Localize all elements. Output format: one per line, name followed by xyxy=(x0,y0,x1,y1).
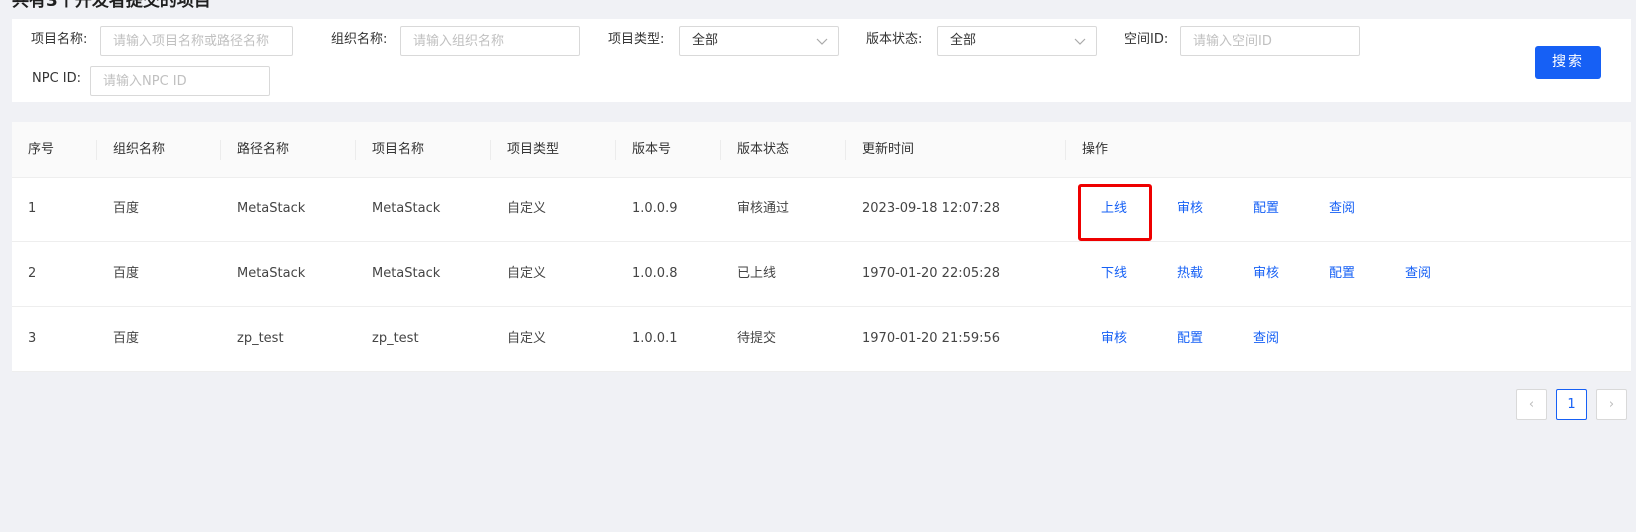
cell-version: 1.0.0.1 xyxy=(632,331,678,346)
chevron-down-icon xyxy=(1074,38,1086,45)
header-divider xyxy=(220,140,221,160)
filter-panel: 项目名称: 组织名称: 项目类型: 全部 版本状态: 全部 空间ID: NPC … xyxy=(12,19,1631,102)
cell-type: 自定义 xyxy=(507,266,547,281)
project-name-label: 项目名称: xyxy=(31,32,88,47)
project-type-label: 项目类型: xyxy=(608,32,665,47)
cell-type: 自定义 xyxy=(507,331,547,346)
cell-name: MetaStack xyxy=(372,266,441,281)
header-version: 版本号 xyxy=(632,142,672,157)
config-link[interactable]: 配置 xyxy=(1177,307,1203,371)
review-link[interactable]: 审核 xyxy=(1177,177,1203,241)
config-link[interactable]: 配置 xyxy=(1329,242,1355,306)
offline-link[interactable]: 下线 xyxy=(1101,242,1127,306)
cell-path: zp_test xyxy=(237,331,284,346)
table-header: 序号 组织名称 路径名称 项目名称 项目类型 版本号 版本状态 更新时间 操作 xyxy=(12,122,1631,178)
page-title: 共有3个开发者提交的项目 xyxy=(12,0,211,11)
prev-page-button[interactable]: ‹ xyxy=(1516,389,1547,420)
version-status-label: 版本状态: xyxy=(866,32,923,47)
header-path: 路径名称 xyxy=(237,142,290,157)
config-link[interactable]: 配置 xyxy=(1253,177,1279,241)
cell-version: 1.0.0.9 xyxy=(632,201,678,216)
header-divider xyxy=(96,140,97,160)
cell-org: 百度 xyxy=(113,266,140,281)
cell-index: 3 xyxy=(28,331,37,346)
space-id-input[interactable] xyxy=(1180,26,1360,56)
cell-status: 审核通过 xyxy=(737,201,790,216)
header-name: 项目名称 xyxy=(372,142,425,157)
project-type-select[interactable]: 全部 xyxy=(679,26,839,56)
table-row: 2 百度 MetaStack MetaStack 自定义 1.0.0.8 已上线… xyxy=(12,242,1631,307)
cell-path: MetaStack xyxy=(237,201,306,216)
cell-index: 2 xyxy=(28,266,37,281)
highlight-box xyxy=(1078,184,1152,241)
cell-name: zp_test xyxy=(372,331,419,346)
view-link[interactable]: 查阅 xyxy=(1253,307,1279,371)
cell-updated: 1970-01-20 22:05:28 xyxy=(862,266,1001,281)
header-divider xyxy=(490,140,491,160)
search-button[interactable]: 搜索 xyxy=(1535,46,1601,79)
cell-org: 百度 xyxy=(113,331,140,346)
project-name-input[interactable] xyxy=(100,26,293,56)
version-status-value: 全部 xyxy=(950,33,977,48)
org-name-label: 组织名称: xyxy=(331,32,388,47)
cell-path: MetaStack xyxy=(237,266,306,281)
header-index: 序号 xyxy=(28,142,55,157)
cell-org: 百度 xyxy=(113,201,140,216)
header-divider xyxy=(615,140,616,160)
project-table: 序号 组织名称 路径名称 项目名称 项目类型 版本号 版本状态 更新时间 操作 … xyxy=(12,122,1631,372)
org-name-input[interactable] xyxy=(400,26,580,56)
cell-index: 1 xyxy=(28,201,37,216)
cell-status: 待提交 xyxy=(737,331,777,346)
header-actions: 操作 xyxy=(1082,142,1109,157)
cell-name: MetaStack xyxy=(372,201,441,216)
header-type: 项目类型 xyxy=(507,142,560,157)
npc-id-label: NPC ID: xyxy=(32,71,81,86)
review-link[interactable]: 审核 xyxy=(1101,307,1127,371)
view-link[interactable]: 查阅 xyxy=(1405,242,1431,306)
cell-updated: 1970-01-20 21:59:56 xyxy=(862,331,1001,346)
header-org: 组织名称 xyxy=(113,142,166,157)
header-divider xyxy=(845,140,846,160)
header-divider xyxy=(355,140,356,160)
header-divider xyxy=(720,140,721,160)
cell-status: 已上线 xyxy=(737,266,777,281)
header-updated: 更新时间 xyxy=(862,142,915,157)
view-link[interactable]: 查阅 xyxy=(1329,177,1355,241)
space-id-label: 空间ID: xyxy=(1124,32,1169,47)
review-link[interactable]: 审核 xyxy=(1253,242,1279,306)
table-row: 1 百度 MetaStack MetaStack 自定义 1.0.0.9 审核通… xyxy=(12,177,1631,242)
cell-version: 1.0.0.8 xyxy=(632,266,678,281)
table-row: 3 百度 zp_test zp_test 自定义 1.0.0.1 待提交 197… xyxy=(12,307,1631,372)
cell-updated: 2023-09-18 12:07:28 xyxy=(862,201,1001,216)
header-status: 版本状态 xyxy=(737,142,790,157)
next-page-button[interactable]: › xyxy=(1596,389,1627,420)
npc-id-input[interactable] xyxy=(90,66,270,96)
chevron-down-icon xyxy=(816,38,828,45)
page-number-button[interactable]: 1 xyxy=(1556,389,1587,420)
project-type-value: 全部 xyxy=(692,33,719,48)
version-status-select[interactable]: 全部 xyxy=(937,26,1097,56)
header-divider xyxy=(1065,140,1066,160)
hot-reload-link[interactable]: 热载 xyxy=(1177,242,1203,306)
cell-type: 自定义 xyxy=(507,201,547,216)
